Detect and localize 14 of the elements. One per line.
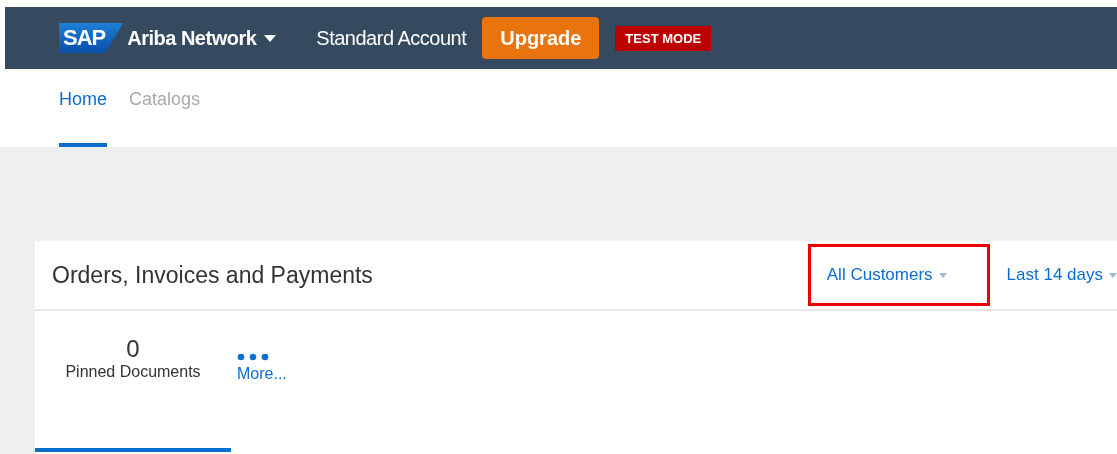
upgrade-button[interactable]: Upgrade	[482, 17, 600, 59]
panel-title: Orders, Invoices and Payments	[52, 261, 373, 289]
caret-icon	[264, 34, 277, 42]
caret-icon	[1109, 272, 1117, 278]
test-mode-badge: TEST MODE	[615, 25, 712, 51]
more-icon	[237, 353, 269, 361]
product-menu[interactable]: Ariba Network	[127, 26, 277, 50]
filter-dropdown[interactable]: All Customers	[810, 247, 987, 303]
sap-logo[interactable]: SAP	[59, 23, 124, 53]
filter-dropdown[interactable]: Last 14 days	[1002, 259, 1117, 291]
caret-icon	[938, 272, 947, 278]
document-tile[interactable]: 0 Pinned Documents	[35, 311, 231, 452]
document-tile[interactable]: More...	[231, 311, 293, 452]
account-type: Standard Account	[316, 26, 467, 50]
